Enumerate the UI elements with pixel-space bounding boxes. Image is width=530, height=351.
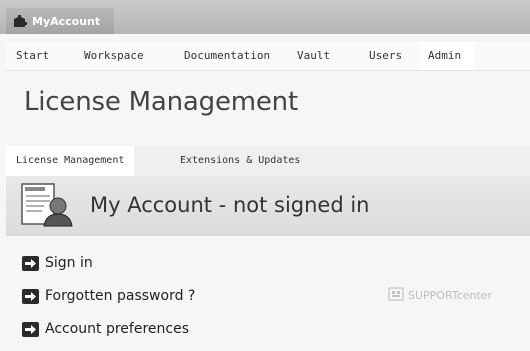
forgotten-password-label: Forgotten password ? bbox=[45, 288, 196, 304]
arrow-right-icon bbox=[22, 288, 39, 304]
user-document-icon bbox=[20, 182, 76, 232]
account-preferences-label: Account preferences bbox=[45, 321, 190, 337]
forgotten-password-link[interactable]: Forgotten password ? bbox=[22, 285, 195, 307]
sub-nav: License Management Extensions & Updates bbox=[6, 146, 530, 176]
nav-documentation[interactable]: Documentation bbox=[176, 42, 278, 70]
support-center-link[interactable]: SUPPORTcenter bbox=[388, 285, 492, 305]
nav-users[interactable]: Users bbox=[361, 42, 410, 70]
account-status-heading: My Account - not signed in bbox=[90, 193, 370, 217]
sign-in-label: Sign in bbox=[45, 255, 93, 271]
nav-start[interactable]: Start bbox=[8, 42, 57, 70]
app-title-bar: MyAccount bbox=[0, 0, 530, 34]
support-icon bbox=[388, 286, 404, 304]
arrow-right-icon bbox=[22, 255, 39, 271]
nav-admin[interactable]: Admin bbox=[420, 42, 474, 70]
sign-in-link[interactable]: Sign in bbox=[22, 252, 93, 274]
app-tab[interactable]: MyAccount bbox=[6, 8, 114, 34]
puzzle-icon bbox=[12, 14, 28, 28]
support-center-label: SUPPORTcenter bbox=[408, 288, 493, 302]
page-title: License Management bbox=[24, 87, 298, 117]
nav-vault[interactable]: Vault bbox=[289, 42, 338, 70]
arrow-right-icon bbox=[22, 321, 39, 337]
account-header: My Account - not signed in bbox=[6, 176, 530, 236]
app-tab-label: MyAccount bbox=[32, 14, 101, 28]
subtab-extensions-updates[interactable]: Extensions & Updates bbox=[170, 146, 310, 176]
main-nav: Start Workspace Documentation Vault User… bbox=[6, 42, 530, 71]
account-preferences-link[interactable]: Account preferences bbox=[22, 318, 189, 340]
subtab-license-management[interactable]: License Management bbox=[6, 146, 135, 176]
nav-workspace[interactable]: Workspace bbox=[76, 42, 152, 70]
